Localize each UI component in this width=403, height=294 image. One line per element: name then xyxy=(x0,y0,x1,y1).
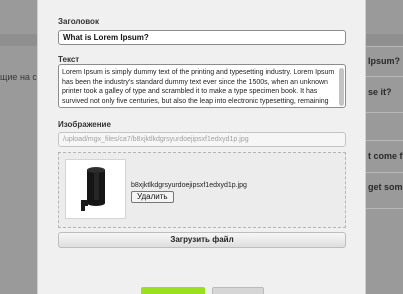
background-item-4[interactable]: get some? xyxy=(368,182,403,192)
upload-file-button[interactable]: Загрузить файл xyxy=(58,232,346,248)
background-item-2[interactable]: se it? xyxy=(368,87,392,97)
text-label: Текст xyxy=(58,55,80,64)
textarea-scrollbar[interactable] xyxy=(339,68,344,106)
title-label: Заголовок xyxy=(58,17,99,26)
cancel-button[interactable] xyxy=(212,287,264,294)
text-value: Lorem Ipsum is simply dummy text of the … xyxy=(62,69,335,105)
background-item-3[interactable]: t come fro xyxy=(368,151,403,161)
image-drop-zone[interactable]: b8xjktlkdgrsyurdoejipsxf1edxyd1p.jpg Уда… xyxy=(58,152,346,228)
image-path-field: /upload/mgx_files/ca7/b8xjktlkdgrsyurdoe… xyxy=(58,132,346,147)
save-button[interactable] xyxy=(141,287,205,294)
image-thumbnail xyxy=(65,159,126,219)
text-textarea[interactable]: Lorem Ipsum is simply dummy text of the … xyxy=(58,64,346,108)
image-label: Изображение xyxy=(58,120,111,129)
edit-modal: Заголовок What is Lorem Ipsum? Текст Lor… xyxy=(37,0,366,294)
delete-image-button[interactable]: Удалить xyxy=(131,191,174,203)
title-input[interactable]: What is Lorem Ipsum? xyxy=(58,30,346,45)
background-item-1[interactable]: Ipsum? xyxy=(368,56,400,66)
speaker-icon xyxy=(81,167,105,211)
background-left-text: щие на ст xyxy=(0,72,42,82)
image-file-name: b8xjktlkdgrsyurdoejipsxf1edxyd1p.jpg xyxy=(131,182,247,189)
